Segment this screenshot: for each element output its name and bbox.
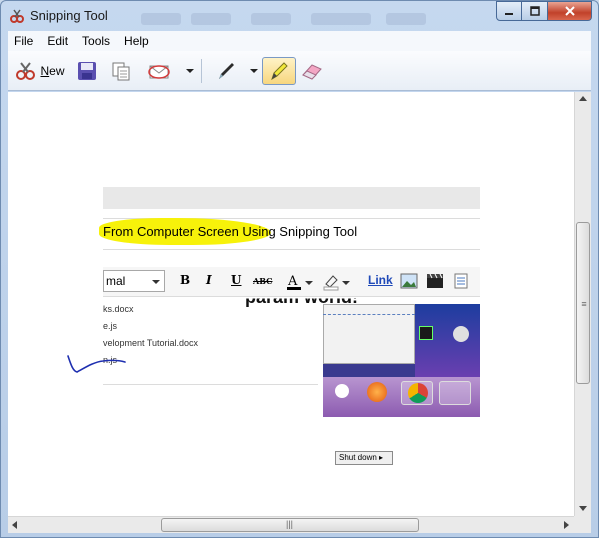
bold-button: B — [180, 273, 191, 287]
copy-icon — [112, 62, 130, 81]
insert-link-button: Link — [368, 273, 393, 287]
background-blur — [251, 13, 291, 25]
menu-edit[interactable]: Edit — [47, 34, 68, 48]
snip-divider — [103, 384, 318, 385]
vertical-scroll-thumb[interactable]: ≡ — [576, 222, 590, 384]
file-list-item: e.js — [103, 321, 118, 331]
desktop-app-icon — [453, 326, 469, 342]
floppy-disk-icon — [78, 62, 96, 80]
firefox-icon — [367, 382, 387, 402]
maximize-icon — [529, 6, 540, 16]
font-select-value: mal — [106, 274, 126, 288]
email-envelope-icon — [148, 65, 170, 79]
send-snip-button[interactable] — [146, 57, 174, 85]
start-orb-icon — [335, 384, 349, 398]
close-button[interactable] — [548, 1, 592, 21]
insert-image-icon — [400, 273, 418, 289]
menu-bar: File Edit Tools Help — [8, 31, 591, 51]
snipping-tool-window: Snipping Tool File Edit Tools Help New F… — [0, 0, 599, 538]
file-list-item: velopment Tutorial.docx — [103, 338, 199, 348]
editor-format-bar: mal B I U ABC A Link — [103, 267, 480, 297]
chevron-down-icon — [152, 280, 160, 284]
grip-icon: ||| — [286, 519, 294, 529]
pen-ink-stroke — [67, 355, 126, 373]
strikethrough-button: ABC — [253, 276, 273, 286]
window-title: Snipping Tool — [30, 8, 108, 23]
snip-canvas[interactable]: From Computer Screen Using Snipping Tool… — [8, 92, 574, 516]
shutdown-button: Shut down ▸ — [335, 451, 393, 465]
new-label-mnemonic: N — [40, 64, 50, 78]
horizontal-scroll-thumb[interactable]: ||| — [161, 518, 419, 532]
vertical-scrollbar[interactable]: ≡ — [574, 92, 591, 516]
scissors-icon — [16, 62, 36, 80]
snip-heading-highlighted: From Computer Screen Using — [103, 224, 276, 239]
menu-help[interactable]: Help — [124, 34, 149, 48]
highlight-color-icon — [323, 275, 350, 291]
desktop-wallpaper — [415, 304, 480, 379]
underline-button: U — [231, 273, 242, 287]
start-menu-panel — [323, 304, 415, 364]
desktop-app-icon — [419, 326, 433, 340]
snip-heading: From Computer Screen Using Snipping Tool — [103, 224, 357, 244]
desktop-screenshot-fragment — [323, 304, 480, 417]
shutdown-label: Shut down — [339, 453, 377, 462]
eraser-icon — [302, 64, 322, 80]
new-label-text: ew — [49, 64, 65, 78]
menu-tools[interactable]: Tools — [82, 34, 110, 48]
window-controls — [496, 1, 592, 21]
background-blur — [141, 13, 181, 25]
scroll-right-arrow-icon[interactable] — [564, 521, 570, 529]
snip-divider — [103, 249, 480, 250]
insert-document-icon — [454, 273, 468, 289]
chrome-icon — [408, 383, 428, 403]
snip-heading-rest: Snipping Tool — [275, 224, 358, 239]
toolbar: New — [8, 51, 591, 91]
save-button[interactable] — [74, 57, 100, 85]
selection-border — [323, 314, 415, 315]
font-select: mal — [103, 270, 165, 292]
new-snip-button[interactable]: New — [12, 57, 68, 85]
scroll-left-arrow-icon[interactable] — [12, 521, 18, 529]
scroll-down-arrow-icon[interactable] — [579, 506, 587, 512]
svg-text:A: A — [287, 274, 298, 289]
scroll-up-arrow-icon[interactable] — [579, 96, 587, 102]
background-blur — [311, 13, 371, 25]
minimize-icon — [505, 13, 513, 15]
send-dropdown-arrow[interactable] — [186, 69, 194, 73]
italic-button: I — [206, 273, 212, 287]
file-list-item: ks.docx — [103, 304, 134, 314]
close-icon — [564, 6, 575, 16]
toolbar-separator — [201, 59, 202, 83]
captured-snip: From Computer Screen Using Snipping Tool… — [67, 187, 480, 465]
minimize-button[interactable] — [496, 1, 522, 21]
resize-grip[interactable] — [574, 516, 591, 533]
maximize-button[interactable] — [522, 1, 548, 21]
pen-dropdown-arrow[interactable] — [250, 69, 258, 73]
pen-icon — [219, 63, 234, 79]
highlighter-icon — [271, 62, 288, 81]
insert-video-icon — [427, 273, 443, 288]
pen-tool-button[interactable] — [213, 57, 239, 85]
background-blur — [386, 13, 426, 25]
title-bar[interactable]: Snipping Tool — [1, 1, 598, 31]
taskbar-button — [439, 381, 471, 405]
scissors-app-icon — [10, 9, 24, 23]
new-button-label: New — [40, 64, 64, 78]
font-color-icon: A — [287, 274, 313, 290]
menu-file[interactable]: File — [14, 34, 33, 48]
horizontal-scrollbar[interactable]: ||| — [8, 516, 574, 533]
snip-header-strip — [103, 187, 480, 209]
copy-button[interactable] — [108, 57, 134, 85]
background-blur — [191, 13, 231, 25]
highlighter-tool-button[interactable] — [262, 57, 296, 85]
eraser-tool-button[interactable] — [298, 57, 326, 85]
grip-icon: ≡ — [581, 299, 587, 309]
